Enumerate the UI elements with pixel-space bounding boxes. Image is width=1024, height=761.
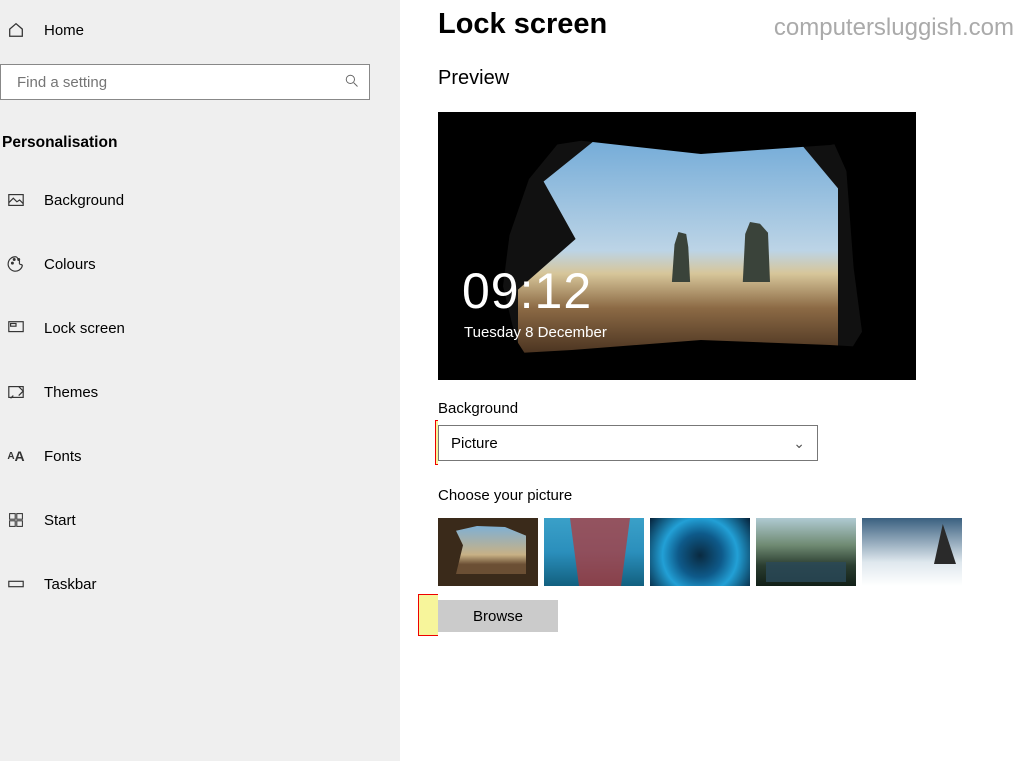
- sidebar-item-label: Background: [44, 192, 124, 209]
- category-heading: Personalisation: [0, 134, 400, 152]
- picture-thumbnail[interactable]: [544, 518, 644, 586]
- taskbar-icon: [6, 574, 26, 594]
- home-label: Home: [44, 22, 84, 39]
- search-icon: [344, 73, 359, 92]
- picture-thumbnail[interactable]: [438, 518, 538, 586]
- search-input[interactable]: [15, 73, 315, 92]
- chevron-down-icon: ⌄: [793, 435, 805, 452]
- preview-heading: Preview: [438, 67, 1024, 90]
- sidebar-item-fonts[interactable]: AA Fonts: [0, 436, 400, 476]
- picture-thumbnail[interactable]: [650, 518, 750, 586]
- sidebar-item-label: Lock screen: [44, 320, 125, 337]
- sidebar-item-themes[interactable]: Themes: [0, 372, 400, 412]
- annotation-highlight: [418, 594, 638, 636]
- picture-thumbnail[interactable]: [862, 518, 962, 586]
- settings-search[interactable]: [0, 64, 370, 100]
- sidebar-item-label: Taskbar: [44, 576, 97, 593]
- preview-date: Tuesday 8 December: [464, 324, 607, 341]
- background-dropdown[interactable]: Picture ⌄: [438, 425, 818, 461]
- watermark-text: computersluggish.com: [774, 14, 1014, 42]
- sidebar-item-label: Start: [44, 512, 76, 529]
- lock-screen-preview: 09:12 Tuesday 8 December: [438, 112, 916, 380]
- image-icon: [6, 190, 26, 210]
- sidebar-item-lock-screen[interactable]: Lock screen: [0, 308, 400, 348]
- background-field-label: Background: [438, 400, 1024, 417]
- browse-button-label: Browse: [473, 608, 523, 625]
- choose-picture-label: Choose your picture: [438, 487, 1024, 504]
- sidebar-item-start[interactable]: Start: [0, 500, 400, 540]
- picture-thumbnail[interactable]: [756, 518, 856, 586]
- settings-sidebar: Home Personalisation Background Colours: [0, 0, 400, 761]
- main-content: Lock screen computersluggish.com Preview…: [438, 0, 1024, 761]
- start-icon: [6, 510, 26, 530]
- monitor-icon: [6, 318, 26, 338]
- sidebar-item-background[interactable]: Background: [0, 180, 400, 220]
- home-icon: [6, 20, 26, 40]
- home-nav-item[interactable]: Home: [0, 14, 400, 46]
- font-icon: AA: [6, 446, 26, 466]
- browse-button[interactable]: Browse: [438, 600, 558, 632]
- sidebar-item-label: Fonts: [44, 448, 82, 465]
- sidebar-item-label: Colours: [44, 256, 96, 273]
- sidebar-item-colours[interactable]: Colours: [0, 244, 400, 284]
- sidebar-item-taskbar[interactable]: Taskbar: [0, 564, 400, 604]
- picture-thumbnails: [438, 518, 1024, 586]
- dropdown-value: Picture: [451, 435, 498, 452]
- preview-clock: 09:12: [462, 262, 592, 320]
- sidebar-item-label: Themes: [44, 384, 98, 401]
- themes-icon: [6, 382, 26, 402]
- palette-icon: [6, 254, 26, 274]
